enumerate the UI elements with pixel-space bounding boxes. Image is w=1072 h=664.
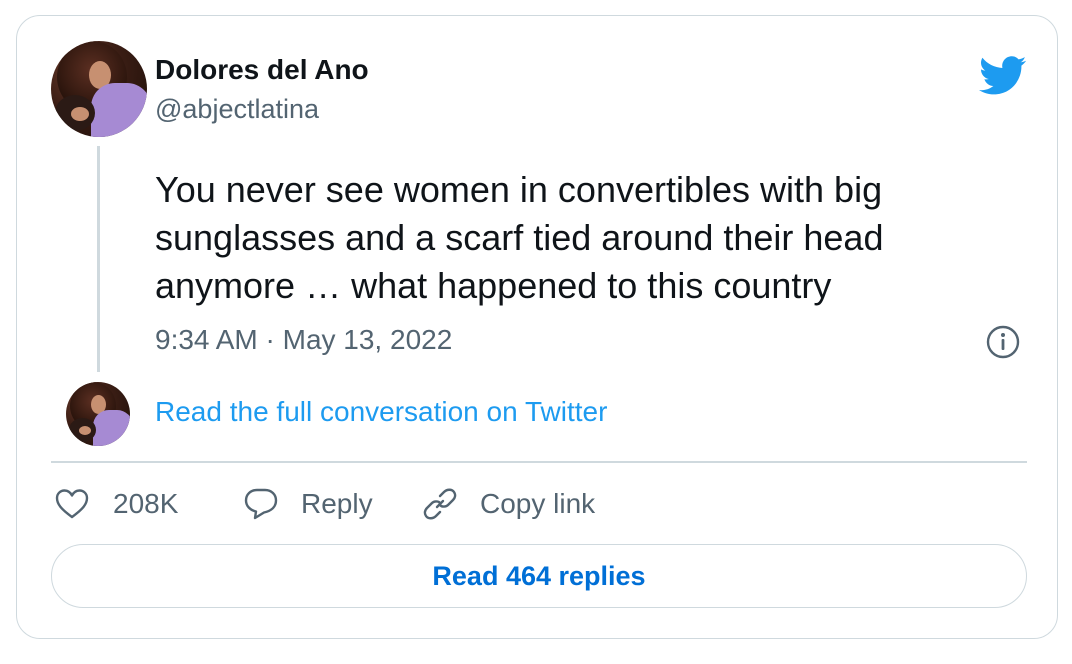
author-avatar[interactable] <box>51 41 147 137</box>
copy-link-label: Copy link <box>480 488 596 519</box>
read-replies-button[interactable]: Read 464 replies <box>51 544 1027 608</box>
tweet-text: You never see women in convertibles with… <box>155 169 884 306</box>
like-count: 208K <box>113 488 179 519</box>
link-icon <box>423 488 457 520</box>
divider <box>51 461 1027 463</box>
tweet-card: Dolores del Ano @abjectlatina You never … <box>16 15 1058 639</box>
tweet-timestamp[interactable]: 9:34 AM · May 13, 2022 <box>155 324 452 356</box>
twitter-bird-icon[interactable] <box>979 56 1027 96</box>
reply-label: Reply <box>301 488 373 519</box>
reply-button[interactable]: Reply <box>243 482 373 526</box>
author-display-name[interactable]: Dolores del Ano <box>155 54 369 86</box>
thread-line <box>97 146 100 372</box>
heart-icon <box>55 489 89 519</box>
author-handle[interactable]: @abjectlatina <box>155 94 319 125</box>
conversation-avatar[interactable] <box>66 382 130 446</box>
like-button[interactable]: 208K <box>55 482 178 526</box>
speech-bubble-icon <box>244 488 278 520</box>
copy-link-button[interactable]: Copy link <box>422 482 595 526</box>
read-replies-label: Read 464 replies <box>432 560 646 591</box>
read-full-conversation-link[interactable]: Read the full conversation on Twitter <box>155 396 607 428</box>
info-icon[interactable] <box>986 325 1020 359</box>
